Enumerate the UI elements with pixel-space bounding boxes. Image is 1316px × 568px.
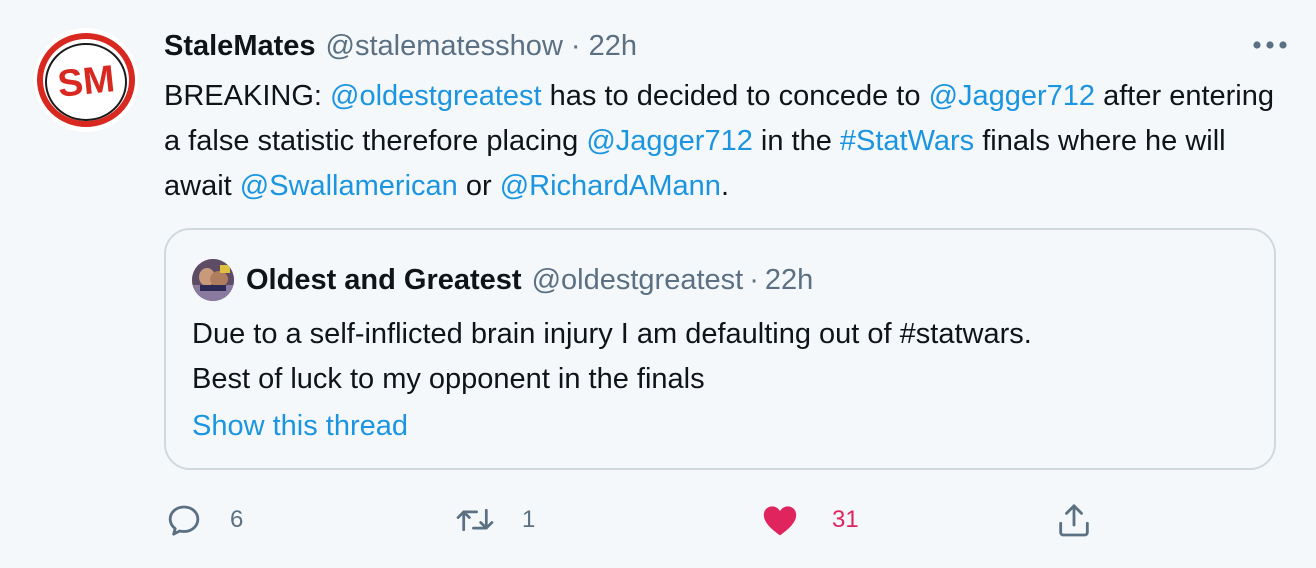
- quoted-tweet-timestamp: 22h: [764, 263, 814, 296]
- mention-richardamann[interactable]: @RichardAMann: [500, 170, 721, 202]
- reply-bubble-icon: [168, 505, 200, 536]
- author-handle[interactable]: @stalematesshow: [326, 30, 563, 63]
- quoted-header-separator: ·: [749, 263, 759, 296]
- mention-jagger712[interactable]: @Jagger712: [929, 80, 1096, 112]
- share-button[interactable]: [1054, 498, 1094, 542]
- tweet[interactable]: SM StaleMates @stalematesshow · 22h BREA…: [0, 0, 1316, 568]
- more-options-button[interactable]: [1250, 30, 1290, 60]
- author-avatar[interactable]: SM: [34, 28, 138, 132]
- mention-jagger712-second[interactable]: @Jagger712: [586, 125, 753, 157]
- mention-oldestgreatest[interactable]: @oldestgreatest: [330, 80, 542, 112]
- quoted-author-avatar: [192, 259, 234, 301]
- stalemates-logo-icon: SM: [36, 30, 136, 130]
- hashtag-statwars[interactable]: #StatWars: [840, 125, 974, 157]
- heart-icon: [763, 506, 797, 536]
- wrestling-photo-icon: [192, 259, 234, 301]
- quoted-author-name: Oldest and Greatest: [246, 263, 522, 296]
- quoted-tweet-text: Due to a self-inflicted brain injury I a…: [192, 312, 1252, 402]
- header-separator: ·: [570, 29, 581, 62]
- tweet-timestamp[interactable]: 22h: [589, 30, 637, 63]
- quoted-tweet-card[interactable]: Oldest and Greatest @oldestgreatest · 22…: [164, 228, 1276, 470]
- reply-count: 6: [230, 506, 244, 533]
- retweet-count: 1: [522, 506, 536, 533]
- author-name[interactable]: StaleMates: [164, 30, 316, 63]
- quoted-text-line: Due to a self-inflicted brain injury I a…: [192, 318, 1032, 350]
- mention-swallamerican[interactable]: @Swallamerican: [240, 170, 458, 202]
- retweet-button[interactable]: 1: [454, 498, 535, 542]
- share-icon: [1059, 504, 1089, 537]
- quoted-text-line: Best of luck to my opponent in the final…: [192, 363, 705, 395]
- quoted-author-handle: @oldestgreatest: [531, 263, 744, 296]
- more-horizontal-icon: [1253, 41, 1287, 49]
- show-thread-link[interactable]: Show this thread: [192, 404, 408, 449]
- text-segment: .: [720, 170, 730, 202]
- tweet-header: StaleMates @stalematesshow · 22h: [164, 24, 1284, 68]
- tweet-body: StaleMates @stalematesshow · 22h BREAKIN…: [164, 24, 1284, 209]
- like-count: 31: [832, 506, 859, 533]
- tweet-actions-bar: 6 1 31: [164, 498, 1284, 542]
- like-button[interactable]: 31: [760, 498, 859, 542]
- quoted-tweet-header: Oldest and Greatest @oldestgreatest · 22…: [192, 258, 813, 302]
- tweet-text: BREAKING: @oldestgreatest has to decided…: [164, 74, 1274, 209]
- text-segment: BREAKING:: [164, 80, 330, 112]
- avatar-lettering: SM: [56, 58, 117, 106]
- text-segment: or: [457, 170, 500, 202]
- retweet-icon: [456, 508, 494, 532]
- text-segment: in the: [752, 125, 840, 157]
- reply-button[interactable]: 6: [164, 498, 243, 542]
- text-segment: has to decided to concede to: [541, 80, 929, 112]
